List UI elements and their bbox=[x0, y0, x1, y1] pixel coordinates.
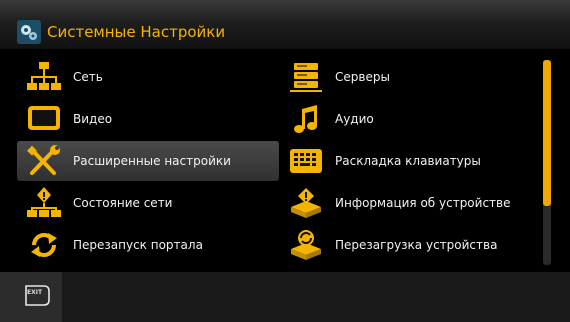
tools-icon bbox=[27, 145, 60, 175]
monitor-icon bbox=[28, 106, 60, 130]
menu-item-label: Информация об устройстве bbox=[335, 196, 511, 210]
scrollbar[interactable] bbox=[543, 60, 551, 265]
network-icon bbox=[27, 62, 61, 90]
menu-item-label: Серверы bbox=[335, 70, 390, 84]
menu-item-network[interactable]: Сеть bbox=[17, 57, 279, 97]
menu-item-label: Перезапуск портала bbox=[73, 238, 203, 252]
menu-item-device-info[interactable]: Информация об устройстве bbox=[279, 183, 541, 223]
menu-item-audio[interactable]: Аудио bbox=[279, 99, 541, 139]
device-info-icon bbox=[291, 188, 321, 218]
menu-item-label: Перезагрузка устройства bbox=[335, 238, 498, 252]
menu-item-label: Сеть bbox=[73, 70, 103, 84]
restart-icon bbox=[31, 233, 57, 257]
menu-item-label: Раскладка клавиатуры bbox=[335, 154, 481, 168]
gears-icon bbox=[17, 20, 41, 44]
keyboard-icon bbox=[290, 149, 322, 173]
menu-item-label: Видео bbox=[73, 112, 113, 126]
exit-panel bbox=[0, 272, 62, 322]
music-note-icon bbox=[294, 105, 317, 133]
menu-item-network-status[interactable]: Состояние сети bbox=[17, 183, 279, 223]
header-bar: Системные Настройки bbox=[0, 0, 570, 50]
menu-item-label: Аудио bbox=[335, 112, 374, 126]
menu-item-label: Расширенные настройки bbox=[73, 154, 231, 168]
servers-icon bbox=[290, 63, 322, 92]
footer-bar bbox=[0, 272, 570, 322]
menu-item-keyboard-layout[interactable]: Раскладка клавиатуры bbox=[279, 141, 541, 181]
settings-screen: Системные Настройки Сеть Видео Расширенн… bbox=[0, 0, 570, 322]
menu-item-video[interactable]: Видео bbox=[17, 99, 279, 139]
settings-menu: Сеть Видео Расширенные настройки Состоян… bbox=[0, 52, 570, 270]
network-status-icon bbox=[27, 187, 61, 217]
menu-item-restart-portal[interactable]: Перезапуск портала bbox=[17, 225, 279, 265]
menu-item-servers[interactable]: Серверы bbox=[279, 57, 541, 97]
exit-label: EXIT bbox=[27, 289, 43, 296]
menu-item-label: Состояние сети bbox=[73, 196, 173, 210]
page-title: Системные Настройки bbox=[47, 23, 226, 41]
menu-item-advanced-settings[interactable]: Расширенные настройки bbox=[17, 141, 279, 181]
scrollbar-thumb[interactable] bbox=[543, 60, 551, 206]
menu-item-reboot-device[interactable]: Перезагрузка устройства bbox=[279, 225, 541, 265]
device-reboot-icon bbox=[291, 230, 321, 260]
